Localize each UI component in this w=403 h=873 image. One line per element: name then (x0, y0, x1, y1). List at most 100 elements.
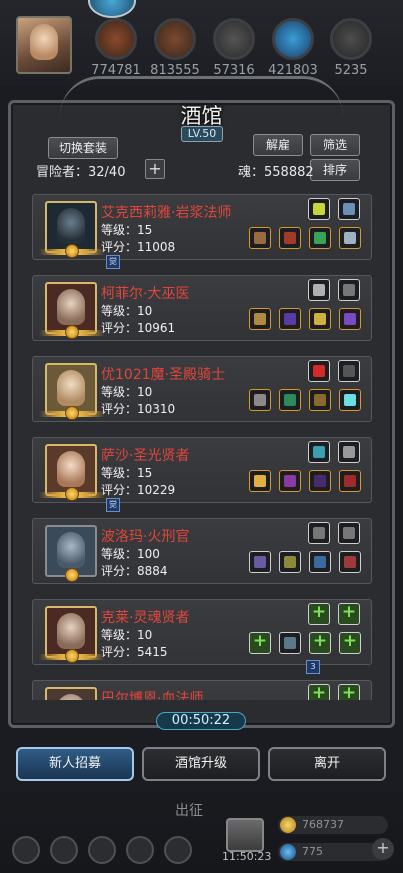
weapon-slot-icon[interactable] (338, 360, 360, 382)
weapon-slot-icon[interactable] (338, 441, 360, 463)
gold-value: 768737 (302, 818, 344, 831)
hero-score: 评分：10961 (101, 321, 176, 335)
leather-orb-icon (154, 18, 196, 60)
gloves-slot-icon[interactable] (309, 308, 331, 330)
hero-name: 艾克西莉雅·岩浆法师 (101, 205, 232, 221)
rank-gear-icon (65, 325, 79, 339)
soul-count: 魂：558882 (238, 165, 314, 180)
hero-card[interactable]: 艾克西莉雅·岩浆法师 等级：15 评分：11008 (32, 194, 372, 260)
gold-coin-icon (280, 817, 296, 833)
hero-card[interactable]: 波洛玛·火刑官 等级：100 评分：8884 (32, 518, 372, 584)
recruit-button[interactable]: 新人招募 (16, 747, 134, 781)
nav-circle-icon[interactable] (50, 836, 78, 864)
nav-circle-icon[interactable] (164, 836, 192, 864)
charm-slot-icon[interactable] (308, 360, 330, 382)
chest-icon[interactable] (226, 818, 264, 852)
resource-wood[interactable]: 774781 (88, 18, 144, 78)
resource-crystal[interactable]: 421803 (265, 18, 321, 78)
gem-slot-icon[interactable] (339, 389, 361, 411)
nav-circle-icon[interactable] (88, 836, 116, 864)
add-staff-icon[interactable] (249, 631, 271, 654)
add-charm-icon[interactable] (308, 683, 330, 700)
dismiss-button[interactable]: 解雇 (253, 134, 303, 156)
add-currency-button[interactable]: + (372, 838, 394, 860)
axe-slot-icon[interactable] (249, 389, 271, 411)
hero-portrait (45, 687, 97, 700)
hero-portrait (45, 525, 97, 582)
gloves-slot-icon[interactable] (309, 470, 331, 492)
hero-level: 等级：10 (101, 628, 153, 642)
add-weapon-icon[interactable] (338, 602, 360, 625)
filter-button[interactable]: 筛选 (310, 134, 360, 156)
hero-card[interactable]: 克莱·灵魂贤者 等级：10 评分：5415 (32, 599, 372, 665)
sort-button[interactable]: 排序 (310, 159, 360, 181)
hero-score: 评分：11008 (101, 240, 176, 254)
armor-slot-icon[interactable] (279, 470, 301, 492)
hero-score: 评分：5415 (101, 645, 168, 659)
nav-circle-icon[interactable] (126, 836, 154, 864)
staff-slot-icon[interactable] (249, 308, 271, 330)
weapon-slot-icon[interactable] (338, 279, 360, 301)
boots-slot-icon[interactable] (339, 227, 361, 249)
hero-list[interactable]: 艾克西莉雅·岩浆法师 等级：15 评分：11008 觉 柯菲尔·大巫医 等级：1… (32, 186, 372, 700)
gem-icon (280, 844, 296, 860)
nav-circle-icon[interactable] (12, 836, 40, 864)
charm-slot-icon[interactable] (308, 441, 330, 463)
switch-set-button[interactable]: 切换套装 (48, 137, 118, 159)
staff-slot-icon[interactable] (249, 551, 271, 573)
awaken-tag: 觉 (106, 498, 120, 512)
hero-name: 萨沙·圣光贤者 (101, 448, 190, 464)
boots-slot-icon[interactable] (339, 308, 361, 330)
add-weapon-icon[interactable] (338, 683, 360, 700)
staff-slot-icon[interactable] (249, 227, 271, 249)
gloves-slot-icon[interactable] (309, 551, 331, 573)
helmet-slot-icon[interactable] (309, 389, 331, 411)
resource-value: 5235 (334, 63, 368, 78)
add-boots-icon[interactable] (339, 631, 361, 654)
resource-stone[interactable]: 5235 (323, 18, 379, 78)
rank-gear-icon (65, 487, 79, 501)
hero-card[interactable]: 萨沙·圣光贤者 等级：15 评分：10229 (32, 437, 372, 503)
expedition-label: 出征 (175, 803, 203, 819)
hero-name: 巴尔博恩·血法师 (101, 691, 204, 700)
chest-timer: 11:50:23 (222, 850, 272, 863)
resource-iron[interactable]: 57316 (206, 18, 262, 78)
rank-gear-icon (65, 568, 79, 582)
charm-slot-icon[interactable] (308, 279, 330, 301)
armor-slot-icon[interactable] (279, 308, 301, 330)
hammer-slot-icon[interactable] (249, 470, 271, 492)
hero-score: 评分：10229 (101, 483, 176, 497)
gloves-slot-icon[interactable] (309, 227, 331, 249)
event-badge-icon[interactable] (88, 0, 136, 18)
hero-card[interactable]: 柯菲尔·大巫医 等级：10 评分：10961 (32, 275, 372, 341)
hero-score: 评分：8884 (101, 564, 168, 578)
charm-slot-icon[interactable] (308, 198, 330, 220)
boots-slot-icon[interactable] (339, 551, 361, 573)
expand-slots-button[interactable]: + (145, 159, 165, 179)
upgrade-tavern-button[interactable]: 酒馆升级 (142, 747, 260, 781)
charm-slot-icon[interactable] (308, 522, 330, 544)
hero-name: 柯菲尔·大巫医 (101, 286, 190, 302)
armor-slot-icon[interactable] (279, 227, 301, 249)
add-charm-icon[interactable] (308, 602, 330, 625)
hero-portrait (39, 201, 105, 258)
weapon-slot-icon[interactable] (338, 522, 360, 544)
hero-card[interactable]: 巴尔博恩·血法师 (32, 680, 372, 700)
stone-orb-icon (330, 18, 372, 60)
tavern-level-badge: LV.50 (181, 126, 223, 142)
armor-slot-icon[interactable] (279, 389, 301, 411)
refresh-timer: 00:50:22 (156, 712, 246, 730)
boots-slot-icon[interactable] (339, 470, 361, 492)
player-avatar[interactable] (16, 16, 72, 74)
hero-level: 等级：10 (101, 304, 153, 318)
gem-value: 775 (302, 845, 323, 858)
armor-slot-icon[interactable] (279, 551, 301, 573)
weapon-slot-icon[interactable] (338, 198, 360, 220)
crystal-orb-icon (272, 18, 314, 60)
leave-button[interactable]: 离开 (268, 747, 386, 781)
add-gloves-icon[interactable] (309, 631, 331, 654)
resource-leather[interactable]: 813555 (147, 18, 203, 78)
hero-card[interactable]: 优1021魔·圣殿骑士 等级：10 评分：10310 (32, 356, 372, 422)
armor-slot-icon[interactable] (279, 632, 301, 654)
hero-level: 等级：15 (101, 466, 153, 480)
